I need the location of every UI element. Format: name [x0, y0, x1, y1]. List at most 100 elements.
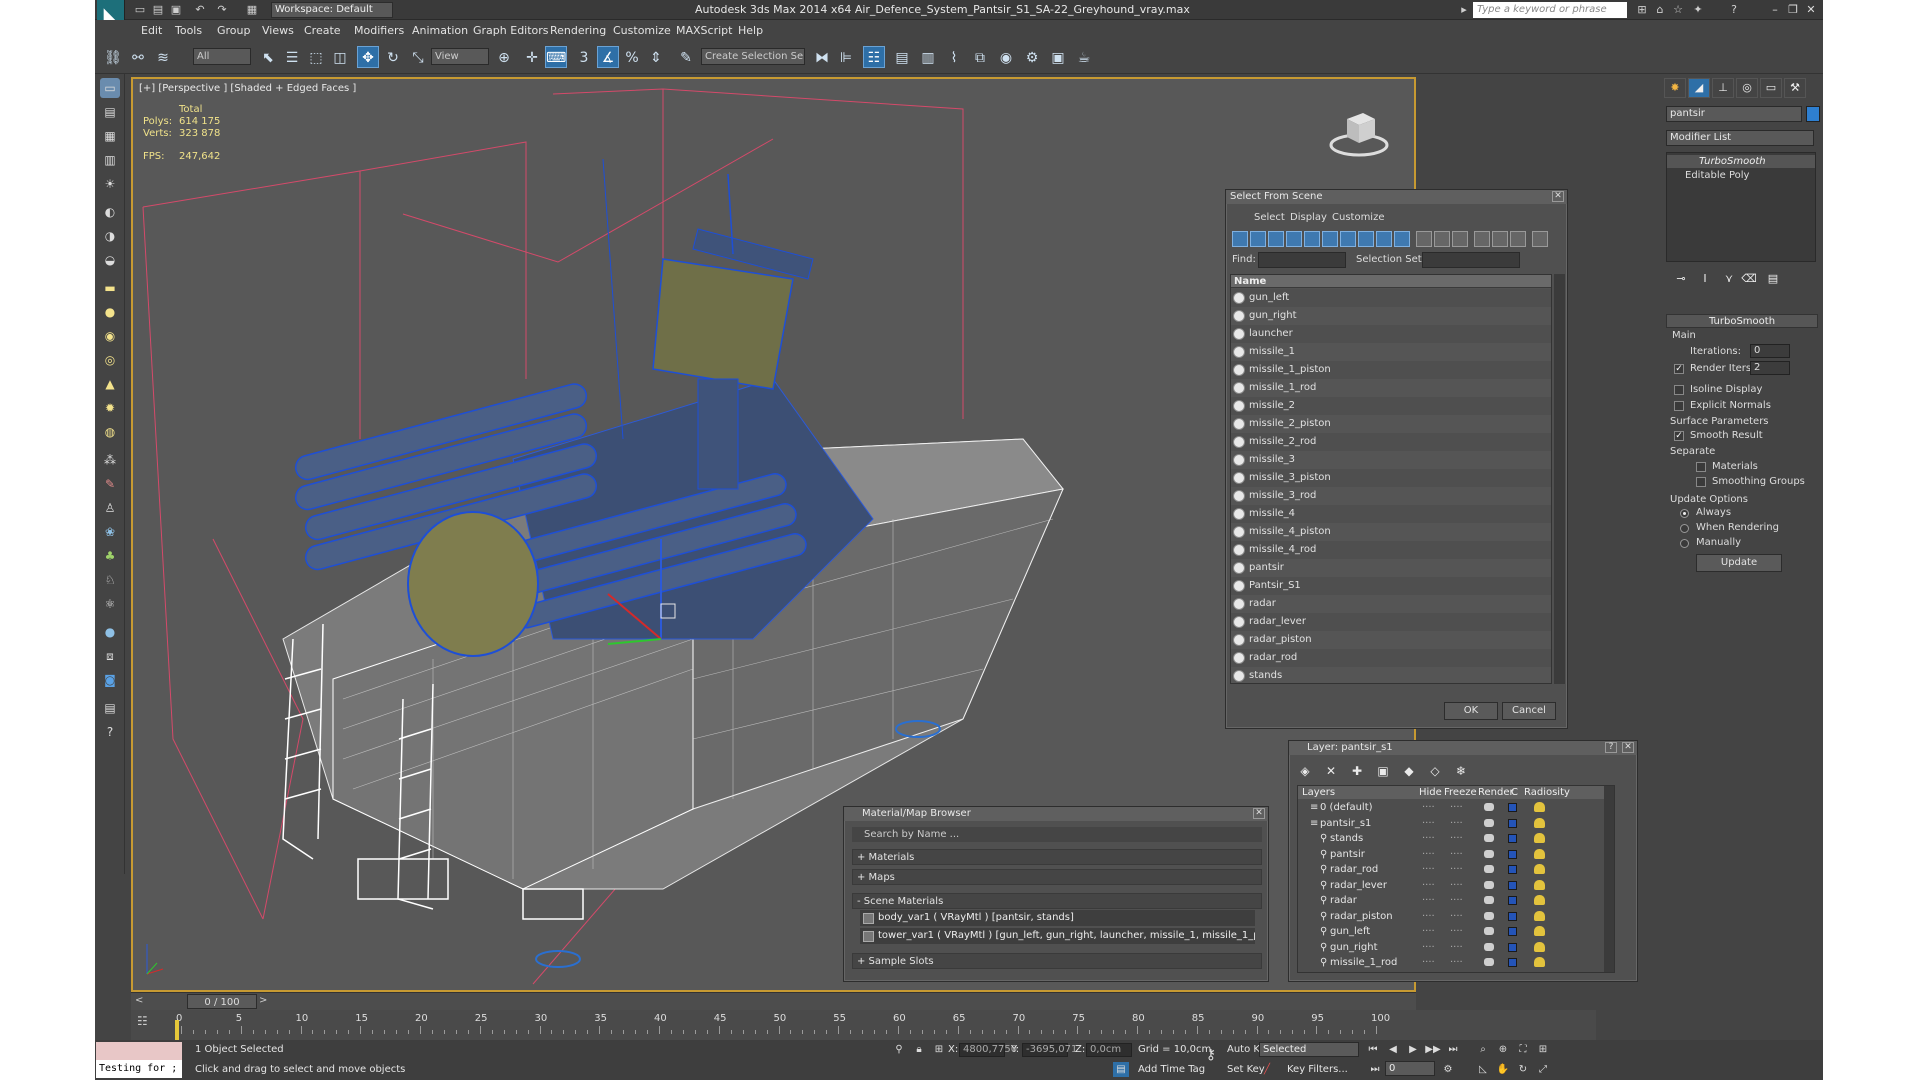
sample-slots-group[interactable]: + Sample Slots — [852, 953, 1262, 969]
hide-toggle[interactable]: ···· — [1422, 816, 1435, 831]
close-icon[interactable]: ✕ — [1253, 808, 1265, 819]
display-spacewarps-icon[interactable] — [1322, 231, 1338, 247]
schematic-view-icon[interactable]: ⧉ — [969, 46, 991, 68]
menu-maxscript[interactable]: MAXScript — [676, 24, 732, 37]
col-layers[interactable]: Layers — [1302, 786, 1335, 799]
modify-tab-icon[interactable]: ◢ — [1688, 78, 1710, 98]
select-by-name-icon[interactable]: ☰ — [281, 46, 303, 68]
select-invert-icon[interactable] — [1510, 231, 1526, 247]
absolute-mode-icon[interactable]: ⊞ — [931, 1042, 947, 1057]
display-containers-icon[interactable] — [1394, 231, 1410, 247]
cloth-icon[interactable]: ⚛ — [100, 594, 120, 614]
layer-color-swatch[interactable] — [1508, 927, 1517, 936]
track-bar[interactable]: ☷ 0 5 10 15 20 25 30 35 40 45 50 55 60 65 70 75 80 85 90 95… — [131, 1010, 1596, 1044]
scene-object-row[interactable]: gun_left — [1231, 289, 1551, 307]
scene-object-row[interactable]: missile_1_piston — [1231, 361, 1551, 379]
display-none-icon[interactable] — [1434, 231, 1450, 247]
display-geometry-icon[interactable] — [1232, 231, 1248, 247]
unlink-icon[interactable]: ⚯ — [127, 46, 149, 68]
layer-row[interactable]: ⚲ radar ···· ···· — [1298, 893, 1614, 908]
object-name-field[interactable]: pantsir — [1666, 106, 1802, 122]
radiosity-teapot-icon[interactable] — [1534, 864, 1545, 874]
layer-color-swatch[interactable] — [1508, 880, 1517, 890]
select-and-rotate-icon[interactable]: ↻ — [382, 46, 404, 68]
radiosity-teapot-icon[interactable] — [1534, 817, 1545, 828]
cylinder-primitive-icon[interactable]: ◉ — [100, 326, 120, 346]
invert-display-icon[interactable] — [1452, 231, 1468, 247]
spacewarp-icon[interactable]: ◒ — [100, 250, 120, 270]
key-mode-toggle-icon[interactable]: ⏭ — [1367, 1062, 1383, 1077]
pivot-center-icon[interactable]: ⊕ — [493, 46, 515, 68]
freeze-toggle[interactable]: ···· — [1450, 909, 1463, 924]
vray-frame-buffer-icon[interactable]: ◙ — [100, 670, 120, 690]
time-tag-icon[interactable]: ▤ — [1113, 1062, 1129, 1077]
foliage-icon[interactable]: ♣ — [100, 546, 120, 566]
render-toggle-icon[interactable] — [1484, 880, 1494, 889]
scene-object-row[interactable]: launcher — [1231, 325, 1551, 343]
col-render[interactable]: Render — [1478, 786, 1514, 799]
display-tab-icon[interactable]: ▭ — [1760, 78, 1782, 98]
current-frame-marker[interactable] — [175, 1020, 179, 1040]
layer-row[interactable]: ⚲ gun_left ···· ···· — [1298, 924, 1614, 939]
character-icon[interactable]: ♘ — [100, 570, 120, 590]
freeze-toggle[interactable]: ···· — [1450, 924, 1463, 939]
layer-explorer-icon[interactable]: ▤ — [100, 102, 120, 122]
update-button[interactable]: Update — [1696, 554, 1782, 572]
radiosity-teapot-icon[interactable] — [1534, 957, 1545, 967]
isolate-selection-icon[interactable]: ⚲ — [891, 1042, 907, 1057]
named-selection-set-dropdown[interactable]: Create Selection Se — [701, 48, 805, 65]
highlight-layer-icon[interactable]: ◆ — [1401, 763, 1417, 779]
binoculars-icon[interactable]: ⊞ — [1635, 3, 1649, 17]
sfs-menu-display[interactable]: Display — [1290, 212, 1327, 223]
layer-color-swatch[interactable] — [1508, 834, 1517, 843]
col-freeze[interactable]: Freeze — [1444, 786, 1477, 799]
scene-object-row[interactable]: missile_2 — [1231, 397, 1551, 415]
delete-layer-icon[interactable]: ✕ — [1323, 763, 1339, 779]
col-color[interactable]: C — [1511, 786, 1518, 799]
create-panel-icon[interactable]: ▭ — [100, 78, 120, 98]
layer-row[interactable]: ⚲ pantsir ···· ···· — [1298, 847, 1614, 862]
update-always-radio[interactable] — [1680, 509, 1689, 518]
radiosity-teapot-icon[interactable] — [1534, 802, 1545, 812]
layer-color-swatch[interactable] — [1508, 803, 1517, 812]
freeze-toggle[interactable]: ···· — [1450, 800, 1463, 815]
lock-selection-icon[interactable]: 🔒︎ — [911, 1042, 927, 1057]
display-all-icon[interactable] — [1416, 231, 1432, 247]
key-icon[interactable]: ⚷ — [1203, 1048, 1219, 1063]
layer-row[interactable]: ≡ 0 (default) ···· ···· — [1298, 800, 1614, 815]
render-toggle-icon[interactable] — [1484, 896, 1494, 904]
scene-object-row[interactable]: missile_3 — [1231, 451, 1551, 469]
material-editor-icon[interactable]: ◉ — [995, 46, 1017, 68]
hair-icon[interactable]: ❀ — [100, 522, 120, 542]
smoothing-groups-checkbox[interactable] — [1696, 477, 1706, 487]
help-icon[interactable]: ? — [1727, 3, 1741, 17]
select-manipulate-icon[interactable]: ✛ — [521, 46, 543, 68]
select-and-scale-icon[interactable]: ⤡ — [407, 46, 429, 68]
list-scrollbar[interactable] — [1554, 274, 1565, 684]
scene-object-row[interactable]: stands — [1231, 667, 1551, 683]
keyboard-shortcut-override-icon[interactable]: ⌨ — [545, 46, 567, 68]
camera-icon[interactable]: ◑ — [100, 226, 120, 246]
layer-dialog-title[interactable]: Layer: pantsir_s1 — [1289, 741, 1637, 755]
render-toggle-icon[interactable] — [1484, 849, 1494, 858]
scene-explorer-icon[interactable]: ☷ — [863, 46, 885, 68]
layer-color-swatch[interactable] — [1508, 849, 1517, 859]
turbosmooth-rollout-header[interactable]: TurboSmooth — [1666, 314, 1818, 328]
set-key-filter-icon[interactable]: ╱ — [1259, 1062, 1275, 1077]
frame-counter[interactable]: 0 / 100 — [187, 994, 257, 1009]
maxscript-listener-pink[interactable] — [96, 1042, 182, 1060]
restore-icon[interactable]: ❐ — [1785, 2, 1801, 18]
selection-filter-dropdown[interactable]: All — [193, 48, 251, 65]
biped-icon[interactable]: ♙ — [100, 498, 120, 518]
freeze-toggle[interactable]: ···· — [1450, 847, 1463, 862]
key-mode-dropdown[interactable]: Selected — [1259, 1042, 1359, 1057]
render-toggle-icon[interactable] — [1484, 834, 1494, 842]
display-helpers-icon[interactable] — [1304, 231, 1320, 247]
batch-render-icon[interactable]: ▤ — [100, 698, 120, 718]
scene-object-row[interactable]: missile_3_rod — [1231, 487, 1551, 505]
vray-proxy-icon[interactable]: ⧈ — [100, 646, 120, 666]
freeze-toggle[interactable]: ···· — [1450, 816, 1463, 831]
layer-row[interactable]: ⚲ gun_right ···· ···· — [1298, 940, 1614, 955]
display-xrefs-icon[interactable] — [1358, 231, 1374, 247]
menu-views[interactable]: Views — [262, 24, 294, 37]
